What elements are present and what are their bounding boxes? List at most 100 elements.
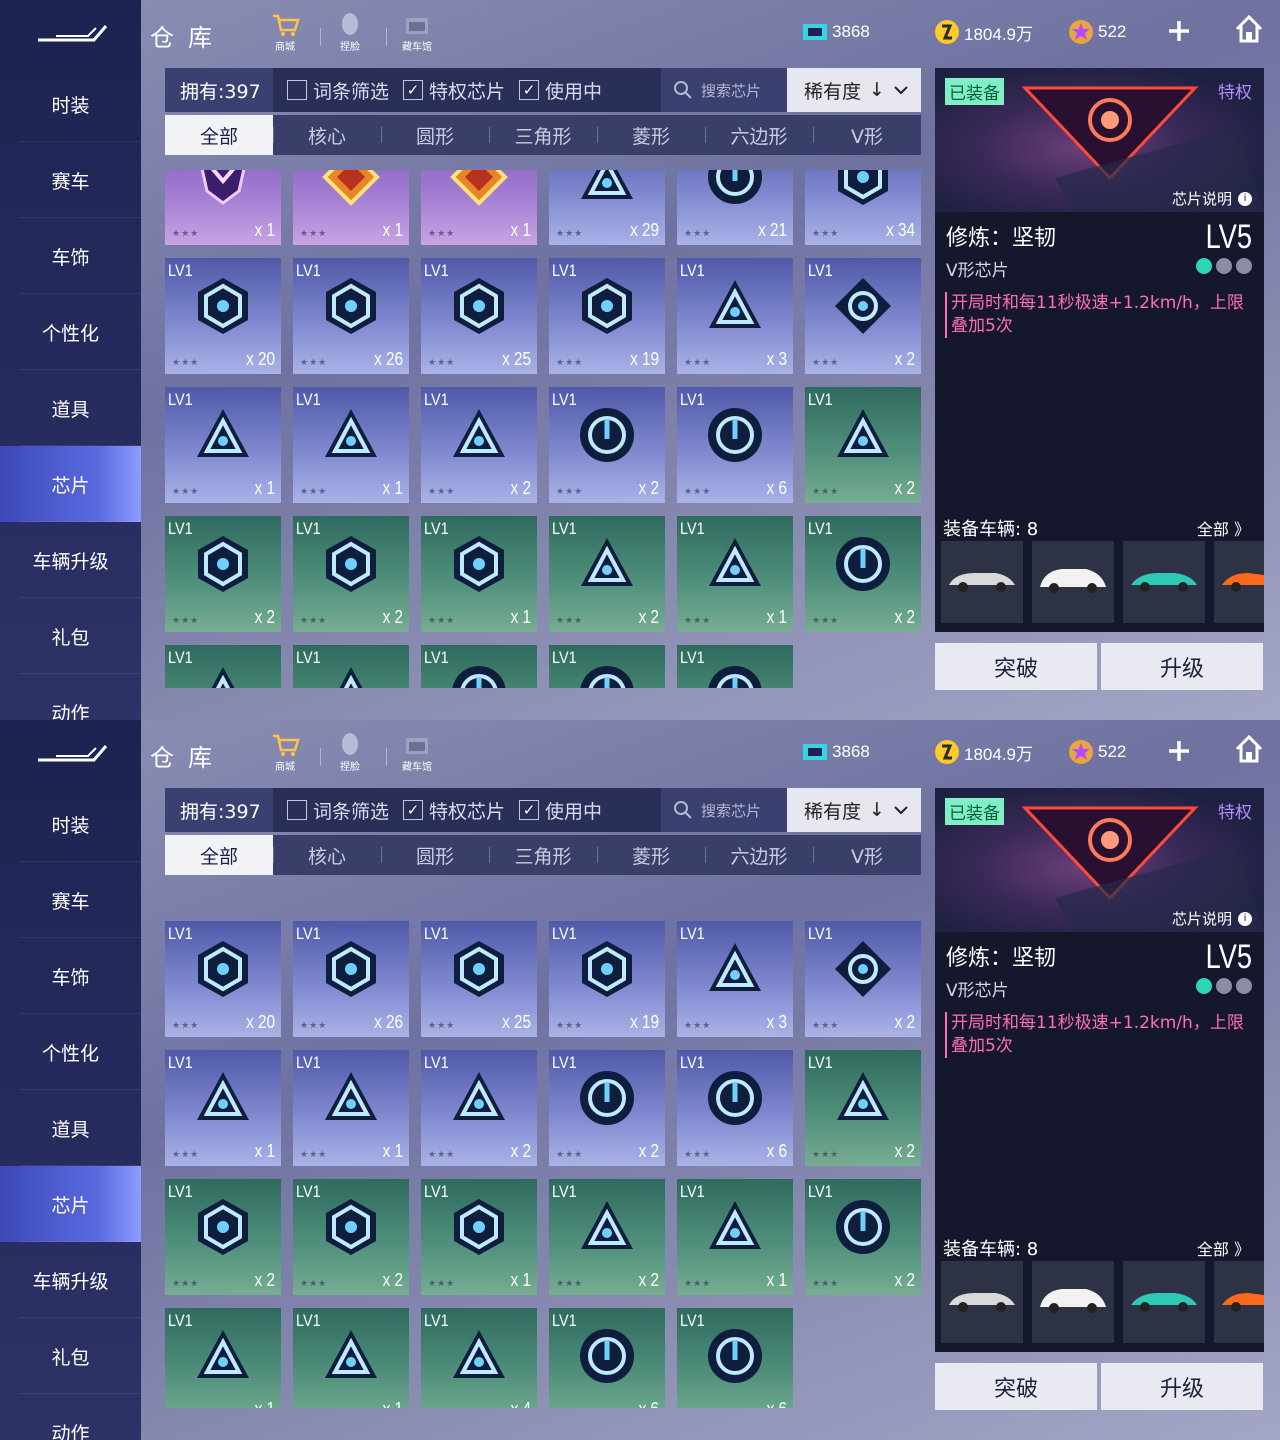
chip-card[interactable]: LV1★★★x 6: [549, 1308, 665, 1408]
chip-card[interactable]: LV1★★★x 4: [421, 1308, 537, 1408]
chip-card[interactable]: LV1 ★★★ x 2: [421, 387, 537, 503]
tab-triangle[interactable]: 三角形: [489, 835, 597, 875]
tab-triangle[interactable]: 三角形: [489, 115, 597, 155]
tab-circle[interactable]: 圆形: [381, 835, 489, 875]
currency-ticket[interactable]: 3868: [802, 738, 870, 766]
view-all-link[interactable]: 全部 》: [1197, 1236, 1250, 1260]
chip-card[interactable]: LV1 ★★★ x 3: [677, 921, 793, 1037]
chip-card[interactable]: LV1 ★★★ x 2: [293, 1179, 409, 1295]
chip-card[interactable]: LV1★★★x 1: [677, 1179, 793, 1295]
privilege-chips-checkbox[interactable]: ✓ 特权芯片: [403, 797, 505, 824]
sidebar-item-personalize[interactable]: 个性化: [0, 1014, 141, 1090]
vehicle-slot-2[interactable]: [1032, 1261, 1114, 1343]
sidebar-item-cars[interactable]: 赛车: [0, 862, 141, 938]
chip-card[interactable]: LV1 ★★★ x 2: [805, 387, 921, 503]
search-input[interactable]: 搜索芯片: [661, 68, 787, 112]
tab-core[interactable]: 核心: [273, 835, 381, 875]
sidebar-item-action[interactable]: 动作: [0, 674, 141, 721]
sidebar-item-decor[interactable]: 车饰: [0, 218, 141, 294]
chip-card[interactable]: LV1★★★: [293, 645, 409, 688]
currency-gems[interactable]: 522: [1068, 738, 1126, 766]
chip-card[interactable]: ★★★ x 21: [677, 170, 793, 245]
shop-button[interactable]: 商城: [262, 12, 308, 56]
chip-description-link[interactable]: 芯片说明 i: [1172, 908, 1252, 929]
shop-button[interactable]: 商城: [262, 732, 308, 776]
chip-description-link[interactable]: 芯片说明 i: [1172, 188, 1252, 209]
garage-button[interactable]: 藏车馆: [394, 732, 440, 776]
chip-card[interactable]: LV1 ★★★ x 2: [165, 516, 281, 632]
sidebar-item-chips[interactable]: 芯片: [0, 446, 141, 522]
back-logo-icon[interactable]: [36, 742, 108, 764]
tab-core[interactable]: 核心: [273, 115, 381, 155]
chip-card[interactable]: LV1 ★★★ x 2: [805, 921, 921, 1037]
back-logo-icon[interactable]: [36, 22, 108, 44]
chip-card[interactable]: ★★★ x 1: [165, 170, 281, 245]
chip-card[interactable]: LV1★★★x 1: [421, 1179, 537, 1295]
vehicle-slot-3[interactable]: [1123, 1261, 1205, 1343]
sidebar-item-decor[interactable]: 车饰: [0, 938, 141, 1014]
sidebar-item-chips[interactable]: 芯片: [0, 1166, 141, 1242]
chip-card[interactable]: LV1 ★★★ x 26: [293, 258, 409, 374]
tab-all[interactable]: 全部: [165, 835, 273, 875]
upgrade-button[interactable]: 升级: [1101, 643, 1263, 690]
face-button[interactable]: 捏脸: [327, 12, 373, 56]
chip-card[interactable]: LV1★★★: [677, 645, 793, 688]
tab-hexagon[interactable]: 六边形: [705, 835, 813, 875]
chip-card[interactable]: LV1★★★x 1: [421, 516, 537, 632]
sidebar-item-personalize[interactable]: 个性化: [0, 294, 141, 370]
vehicle-slot-4[interactable]: [1214, 1261, 1264, 1343]
chip-card[interactable]: LV1 ★★★ x 26: [293, 921, 409, 1037]
chip-card[interactable]: LV1 ★★★ x 2: [549, 516, 665, 632]
chip-card[interactable]: LV1★★★x 6: [677, 387, 793, 503]
home-icon[interactable]: [1234, 14, 1264, 44]
chip-card[interactable]: LV1★★★x 6: [677, 1050, 793, 1166]
sidebar-item-cars[interactable]: 赛车: [0, 142, 141, 218]
vehicle-slot-2[interactable]: [1032, 541, 1114, 623]
upgrade-button[interactable]: 升级: [1101, 1363, 1263, 1410]
currency-gems[interactable]: 522: [1068, 18, 1126, 46]
sidebar-item-upgrade[interactable]: 车辆升级: [0, 522, 141, 598]
chip-card[interactable]: LV1★★★x 1: [293, 1050, 409, 1166]
chip-card[interactable]: LV1★★★x 6: [677, 1308, 793, 1408]
chip-card[interactable]: LV1★★★x 1: [293, 1308, 409, 1408]
vehicle-slot-4[interactable]: [1214, 541, 1264, 623]
home-icon[interactable]: [1234, 734, 1264, 764]
sidebar-item-upgrade[interactable]: 车辆升级: [0, 1242, 141, 1318]
vehicle-slot-1[interactable]: [941, 541, 1023, 623]
chip-card[interactable]: LV1★★★x 1: [293, 387, 409, 503]
chip-card[interactable]: LV1★★★: [165, 645, 281, 688]
chip-card[interactable]: ★★★ x 1: [421, 170, 537, 245]
tab-circle[interactable]: 圆形: [381, 115, 489, 155]
term-filter-checkbox[interactable]: 词条筛选: [287, 797, 389, 824]
chip-card[interactable]: LV1 ★★★ x 2: [293, 516, 409, 632]
tab-v-shape[interactable]: V形: [813, 835, 921, 875]
tab-v-shape[interactable]: V形: [813, 115, 921, 155]
view-all-link[interactable]: 全部 》: [1197, 516, 1250, 540]
chip-card[interactable]: LV1 ★★★ x 2: [165, 1179, 281, 1295]
sidebar-item-gift[interactable]: 礼包: [0, 1318, 141, 1394]
chip-card[interactable]: LV1★★★: [549, 645, 665, 688]
tab-hexagon[interactable]: 六边形: [705, 115, 813, 155]
chip-card[interactable]: LV1★★★x 1: [165, 1050, 281, 1166]
sort-dropdown[interactable]: 稀有度 ↓: [787, 68, 921, 112]
chip-card[interactable]: LV1 ★★★ x 19: [549, 258, 665, 374]
chip-card[interactable]: LV1 ★★★ x 2: [421, 1050, 537, 1166]
sidebar-item-action[interactable]: 动作: [0, 1394, 141, 1440]
chip-card[interactable]: ★★★ x 34: [805, 170, 921, 245]
sidebar-item-fashion[interactable]: 时装: [0, 66, 141, 142]
in-use-checkbox[interactable]: ✓ 使用中: [519, 77, 602, 104]
vehicle-slot-3[interactable]: [1123, 541, 1205, 623]
sort-dropdown[interactable]: 稀有度 ↓: [787, 788, 921, 832]
term-filter-checkbox[interactable]: 词条筛选: [287, 77, 389, 104]
add-currency-icon[interactable]: [1166, 18, 1192, 44]
face-button[interactable]: 捏脸: [327, 732, 373, 776]
privilege-chips-checkbox[interactable]: ✓ 特权芯片: [403, 77, 505, 104]
breakthrough-button[interactable]: 突破: [935, 1363, 1097, 1410]
chip-card[interactable]: LV1 ★★★ x 25: [421, 258, 537, 374]
tab-diamond[interactable]: 菱形: [597, 835, 705, 875]
chip-card[interactable]: LV1 ★★★ x 2: [805, 1179, 921, 1295]
sidebar-item-items[interactable]: 道具: [0, 1090, 141, 1166]
chip-card[interactable]: LV1★★★x 1: [677, 516, 793, 632]
chip-card[interactable]: LV1★★★x 1: [165, 1308, 281, 1408]
chip-card[interactable]: LV1 ★★★ x 2: [549, 1179, 665, 1295]
